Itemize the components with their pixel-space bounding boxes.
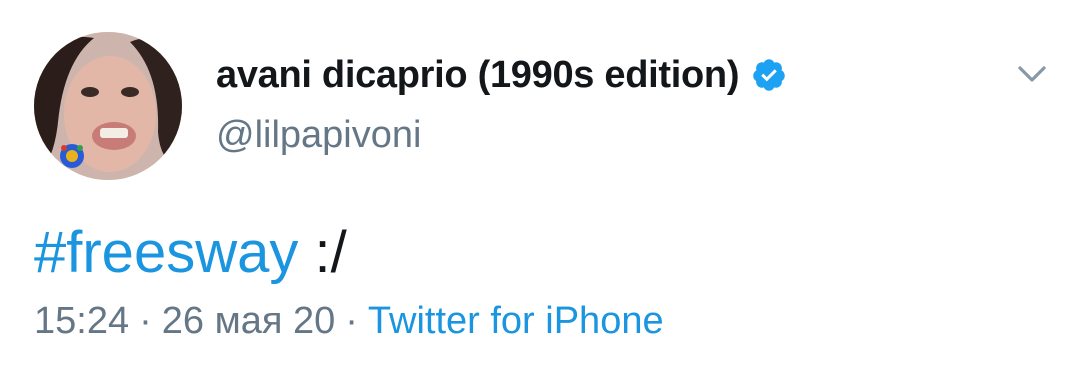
meta-separator: · xyxy=(345,300,358,342)
tweet-meta: 15:24 · 26 мая 20 · Twitter for iPhone xyxy=(34,298,664,344)
user-handle[interactable]: @lilpapivoni xyxy=(216,114,421,157)
tweet-card: avani dicaprio (1990s edition) @lilpapiv… xyxy=(0,0,1080,374)
avatar[interactable] xyxy=(34,32,182,180)
tweet-source-link[interactable]: Twitter for iPhone xyxy=(368,300,664,342)
hashtag-link[interactable]: #freesway xyxy=(34,220,298,285)
chevron-down-icon[interactable] xyxy=(1012,58,1052,88)
avatar-image xyxy=(34,32,182,180)
display-name[interactable]: avani dicaprio (1990s edition) xyxy=(216,54,739,97)
tweet-date[interactable]: 26 мая 20 xyxy=(162,300,336,342)
name-row: avani dicaprio (1990s edition) xyxy=(216,50,787,100)
verified-badge-icon xyxy=(751,57,787,93)
tweet-text-body: :/ xyxy=(298,220,347,285)
tweet-time[interactable]: 15:24 xyxy=(34,300,129,342)
tweet-text: #freesway :/ xyxy=(34,218,347,288)
meta-separator: · xyxy=(139,300,152,342)
